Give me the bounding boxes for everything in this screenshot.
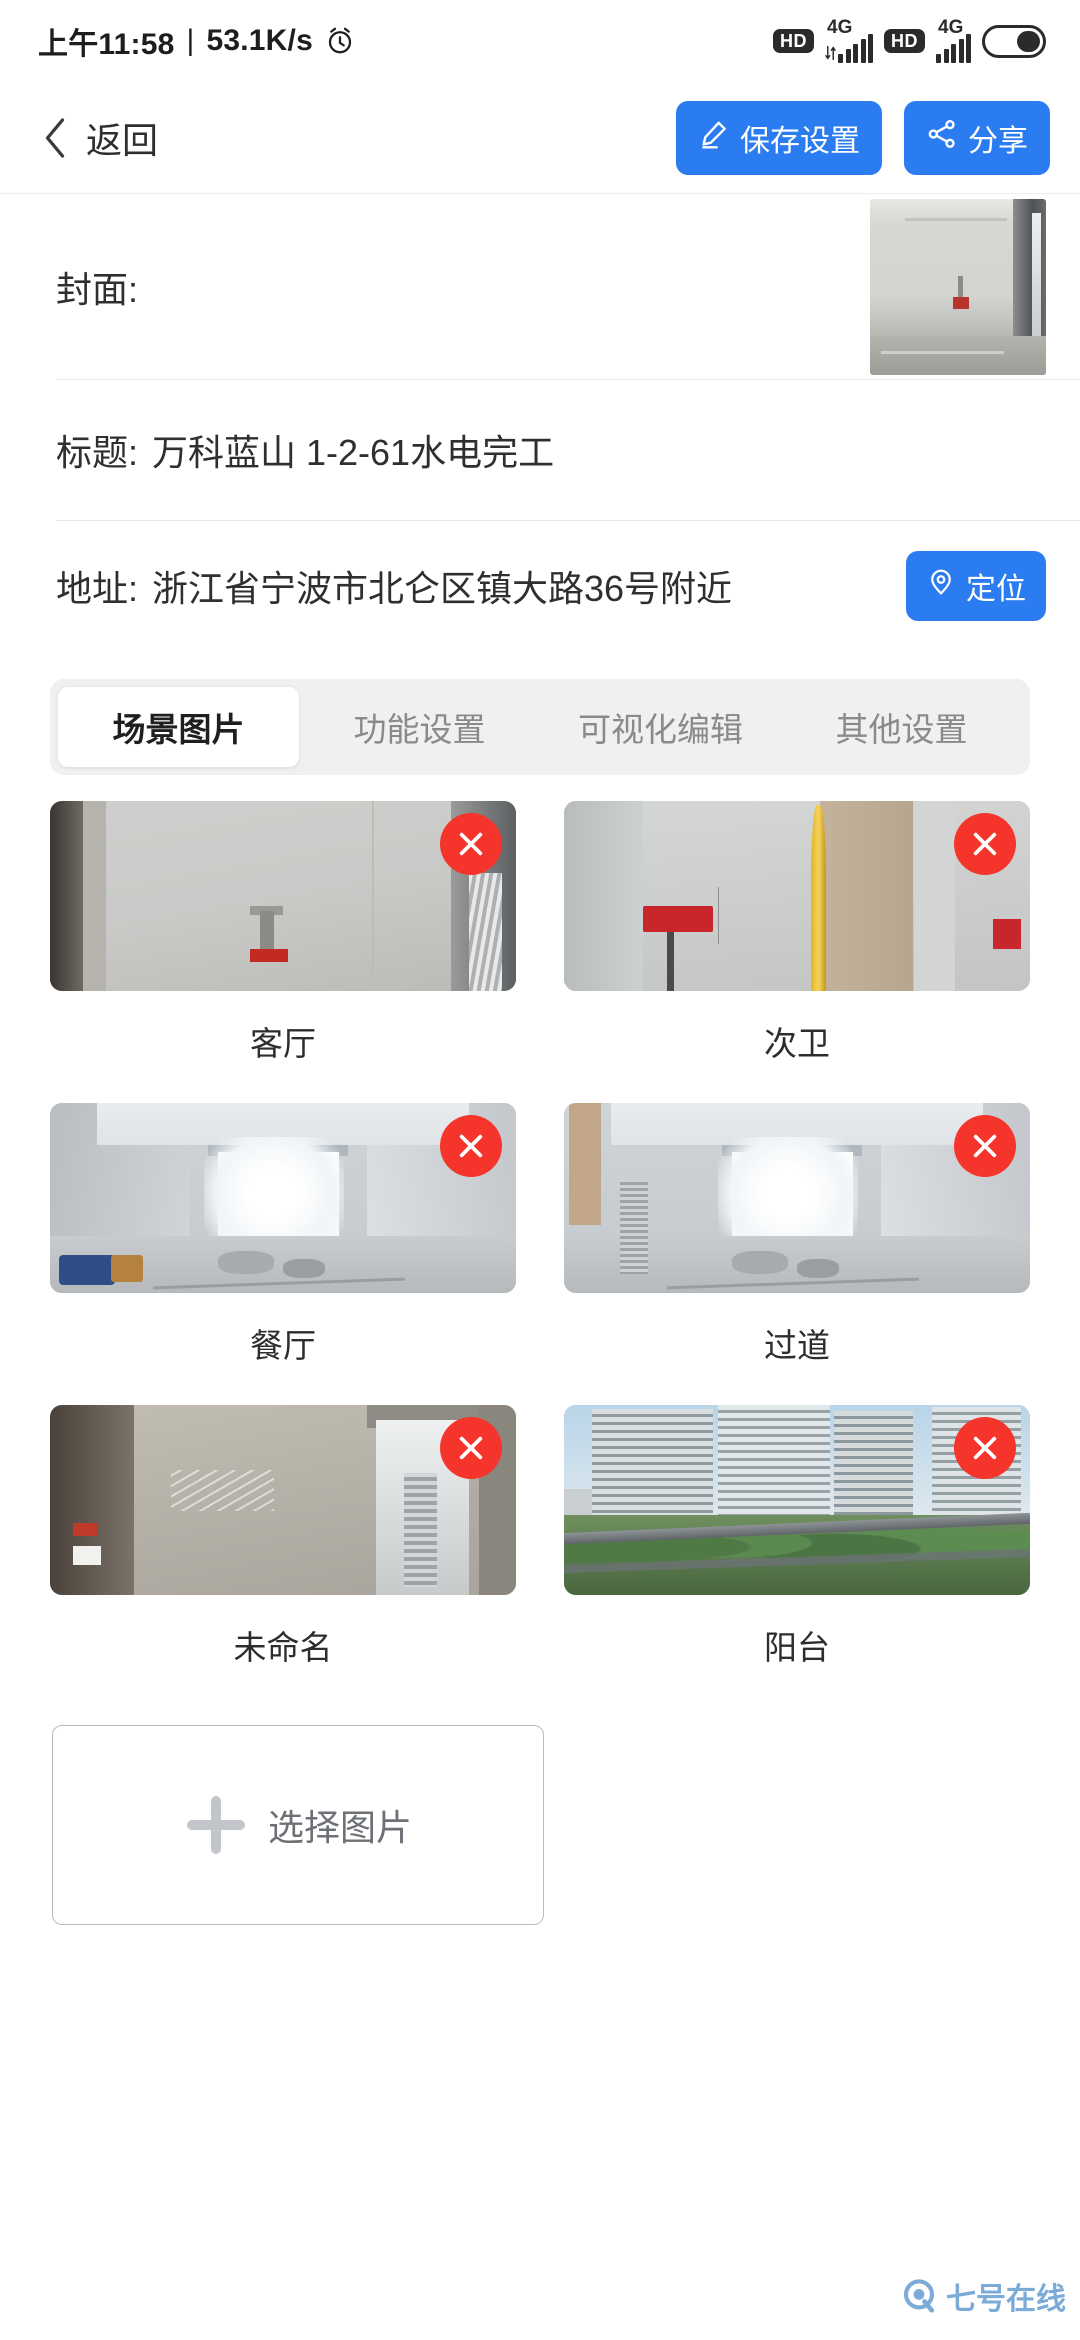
- navigation-bar: 返回 保存设置 分享: [0, 82, 1080, 194]
- signal-1-icon: 4G: [825, 16, 873, 63]
- tab-bar: 场景图片 功能设置 可视化编辑 其他设置: [50, 679, 1030, 775]
- status-netspeed: 53.1K/s: [206, 24, 313, 57]
- scene-image-grid: 客厅 次卫 餐厅 过道 未命名 阳台: [50, 801, 1030, 1699]
- share-icon: [926, 118, 958, 158]
- tab-other-settings-label: 其他设置: [835, 711, 968, 748]
- scene-thumbnail[interactable]: [564, 1405, 1030, 1595]
- delete-scene-button[interactable]: [954, 1115, 1016, 1177]
- save-settings-label: 保存设置: [740, 124, 860, 158]
- delete-scene-button[interactable]: [440, 1115, 502, 1177]
- alarm-clock-icon: [325, 26, 355, 56]
- hd-badge-icon: HD: [773, 29, 814, 53]
- cover-image: [870, 198, 1046, 375]
- title-label: 标题:: [56, 432, 139, 473]
- tab-function-settings-label: 功能设置: [353, 711, 486, 748]
- close-icon: [973, 1436, 997, 1460]
- scene-thumbnail[interactable]: [564, 801, 1030, 991]
- location-pin-icon: [926, 567, 956, 605]
- address-value[interactable]: 浙江省宁波市北仑区镇大路36号附近: [152, 560, 732, 612]
- pencil-icon: [698, 118, 730, 158]
- scene-card[interactable]: 阳台: [564, 1405, 1030, 1699]
- address-label: 地址:: [56, 568, 139, 609]
- scene-thumbnail[interactable]: [564, 1103, 1030, 1293]
- close-icon: [459, 832, 483, 856]
- delete-scene-button[interactable]: [440, 813, 502, 875]
- close-icon: [973, 832, 997, 856]
- scene-card[interactable]: 过道: [564, 1103, 1030, 1397]
- chevron-left-icon: [42, 117, 68, 159]
- signal-2-icon: 4G: [936, 16, 971, 63]
- watermark-text: 七号在线: [946, 2283, 1066, 2316]
- scene-card[interactable]: 次卫: [564, 801, 1030, 1095]
- q-logo-icon: [900, 2277, 938, 2315]
- title-row[interactable]: 标题: 万科蓝山 1-2-61水电完工: [0, 380, 1080, 520]
- save-settings-button[interactable]: 保存设置: [676, 100, 882, 175]
- title-value[interactable]: 万科蓝山 1-2-61水电完工: [152, 424, 554, 476]
- share-label: 分享: [968, 124, 1028, 158]
- delete-scene-button[interactable]: [954, 813, 1016, 875]
- battery-icon: [982, 24, 1046, 58]
- cover-label: 封面:: [56, 268, 139, 310]
- signal-bars-1: [838, 33, 873, 63]
- close-icon: [459, 1436, 483, 1460]
- tab-scene-images[interactable]: 场景图片: [58, 687, 299, 767]
- select-image-label: 选择图片: [267, 1807, 412, 1848]
- tab-function-settings[interactable]: 功能设置: [299, 687, 540, 767]
- back-button[interactable]: 返回: [42, 112, 158, 164]
- scene-card[interactable]: 客厅: [50, 801, 516, 1095]
- tab-other-settings[interactable]: 其他设置: [781, 687, 1022, 767]
- locate-label: 定位: [966, 573, 1026, 606]
- address-row[interactable]: 地址: 浙江省宁波市北仑区镇大路36号附近 定位: [0, 521, 1080, 651]
- status-bar-left: 上午11:58 | 53.1K/s: [38, 19, 355, 63]
- close-icon: [973, 1134, 997, 1158]
- tab-visual-editing-label: 可视化编辑: [578, 711, 743, 748]
- scene-caption: 客厅: [250, 1025, 316, 1062]
- scene-card[interactable]: 餐厅: [50, 1103, 516, 1397]
- delete-scene-button[interactable]: [954, 1417, 1016, 1479]
- hd-badge-2-icon: HD: [884, 29, 925, 53]
- tab-visual-editing[interactable]: 可视化编辑: [540, 687, 781, 767]
- scene-caption: 过道: [764, 1327, 830, 1364]
- status-bar-right: HD 4G HD 4G: [773, 16, 1046, 63]
- scene-thumbnail[interactable]: [50, 1405, 516, 1595]
- close-icon: [459, 1134, 483, 1158]
- status-time: 上午11:58: [38, 28, 175, 61]
- tab-scene-images-label: 场景图片: [112, 711, 245, 748]
- scene-caption: 餐厅: [250, 1327, 316, 1364]
- status-separator: |: [186, 24, 195, 57]
- cover-row[interactable]: 封面:: [0, 194, 1080, 379]
- scene-thumbnail[interactable]: [50, 1103, 516, 1293]
- signal-bars-2: [936, 33, 971, 63]
- plus-icon: [184, 1794, 246, 1856]
- network-type-label-2: 4G: [938, 16, 964, 38]
- delete-scene-button[interactable]: [440, 1417, 502, 1479]
- scene-thumbnail[interactable]: [50, 801, 516, 991]
- detail-form: 封面: 标题: 万科蓝山 1-2-61水电完工 地址: 浙江省宁波市北仑区镇大路…: [0, 194, 1080, 651]
- scene-card[interactable]: 未命名: [50, 1405, 516, 1699]
- scene-caption: 次卫: [764, 1025, 830, 1062]
- locate-button[interactable]: 定位: [906, 551, 1046, 621]
- scene-caption: 阳台: [764, 1629, 830, 1666]
- network-type-label-1: 4G: [827, 16, 853, 38]
- data-arrows-icon: [825, 43, 836, 63]
- watermark: 七号在线: [900, 2274, 1066, 2318]
- status-bar: 上午11:58 | 53.1K/s HD 4G HD 4G: [0, 0, 1080, 82]
- scene-caption: 未命名: [233, 1629, 333, 1666]
- back-label: 返回: [86, 119, 159, 161]
- cover-thumbnail[interactable]: [870, 198, 1046, 375]
- select-image-button[interactable]: 选择图片: [52, 1725, 544, 1925]
- share-button[interactable]: 分享: [904, 100, 1050, 175]
